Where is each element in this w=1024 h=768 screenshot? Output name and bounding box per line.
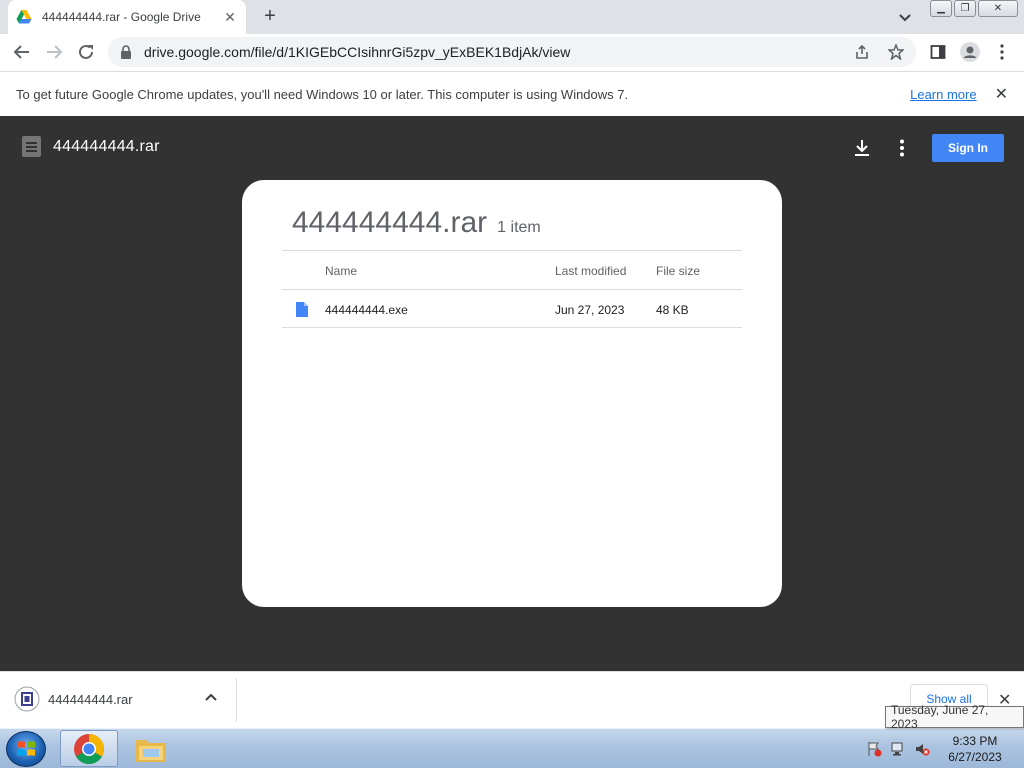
- restore-button[interactable]: ❐: [954, 0, 976, 17]
- reload-icon[interactable]: [74, 40, 98, 64]
- new-tab-button[interactable]: +: [258, 5, 282, 29]
- more-options-icon[interactable]: [892, 138, 912, 158]
- archive-contents-card: 444444444.rar 1 item Name Last modified …: [242, 180, 782, 607]
- taskbar-explorer-button[interactable]: [122, 730, 180, 767]
- shelf-divider: [236, 678, 237, 722]
- tab-close-icon[interactable]: ✕: [222, 9, 238, 26]
- column-header-name: Name: [325, 263, 358, 278]
- side-panel-icon[interactable]: [926, 40, 950, 64]
- date-tooltip: Tuesday, June 27, 2023: [885, 703, 1024, 731]
- lock-icon[interactable]: [120, 45, 132, 59]
- column-header-size: File size: [656, 263, 701, 278]
- folder-icon: [136, 739, 166, 762]
- update-infobar: To get future Google Chrome updates, you…: [0, 71, 1024, 116]
- column-header-modified: Last modified: [555, 263, 627, 278]
- item-count: 1 item: [497, 219, 541, 236]
- viewer-file-title: 444444444.rar: [53, 137, 160, 155]
- download-item[interactable]: 444444444.rar: [14, 686, 133, 712]
- windows-taskbar: 9:33 PM 6/27/2023: [0, 728, 1024, 768]
- taskbar-chrome-button[interactable]: [60, 730, 118, 767]
- archive-file-table: Name Last modified File size 444444444.e…: [282, 250, 742, 328]
- clock-time: 9:33 PM: [952, 734, 998, 748]
- windows-logo-icon: [17, 741, 35, 756]
- browser-tab[interactable]: 444444444.rar - Google Drive ✕: [8, 0, 246, 34]
- url-text[interactable]: drive.google.com/file/d/1KIGEbCCIsihnrGi…: [144, 44, 854, 60]
- share-icon[interactable]: [854, 44, 870, 60]
- sign-in-button[interactable]: Sign In: [932, 134, 1004, 162]
- infobar-close-icon[interactable]: ✕: [995, 84, 1008, 104]
- download-icon[interactable]: [852, 138, 872, 158]
- chevron-up-icon[interactable]: [204, 692, 218, 702]
- learn-more-link[interactable]: Learn more: [910, 87, 976, 102]
- minimize-button[interactable]: ▁: [930, 0, 952, 17]
- window-controls: ▁ ❐ ✕: [930, 0, 1018, 17]
- viewer-header: 444444444.rar: [22, 136, 160, 157]
- download-file-name[interactable]: 444444444.rar: [48, 692, 133, 707]
- taskbar-clock[interactable]: 9:33 PM 6/27/2023: [940, 733, 1010, 765]
- volume-muted-icon[interactable]: [914, 741, 930, 757]
- browser-toolbar: drive.google.com/file/d/1KIGEbCCIsihnrGi…: [0, 34, 1024, 71]
- window-close-button[interactable]: ✕: [978, 0, 1018, 17]
- archive-file-icon: [22, 136, 41, 157]
- clock-date: 6/27/2023: [948, 750, 1002, 764]
- file-name[interactable]: 444444444.exe: [325, 290, 408, 329]
- archive-title: 444444444.rar: [292, 206, 488, 239]
- drive-file-viewer: 444444444.rar Sign In 444444444.rar 1 it…: [0, 116, 1024, 671]
- infobar-message: To get future Google Chrome updates, you…: [16, 86, 629, 102]
- bookmark-star-icon[interactable]: [888, 44, 904, 60]
- table-row[interactable]: 444444444.exe Jun 27, 2023 48 KB: [282, 289, 742, 328]
- tab-title: 444444444.rar - Google Drive: [42, 10, 201, 24]
- profile-avatar-icon[interactable]: [958, 40, 982, 64]
- network-icon[interactable]: [890, 741, 906, 757]
- tab-search-chevron-icon[interactable]: [896, 8, 914, 26]
- forward-arrow-icon[interactable]: [42, 40, 66, 64]
- archive-heading: 444444444.rar 1 item: [292, 206, 541, 240]
- chrome-menu-icon[interactable]: [990, 40, 1014, 64]
- download-shelf: 444444444.rar Show all ✕: [0, 671, 1024, 728]
- google-drive-icon: [16, 10, 32, 24]
- address-bar[interactable]: drive.google.com/file/d/1KIGEbCCIsihnrGi…: [108, 37, 916, 67]
- tab-strip: 444444444.rar - Google Drive ✕ + ▁ ❐ ✕: [0, 0, 1024, 34]
- winrar-file-icon: [14, 686, 40, 712]
- table-header-row: Name Last modified File size: [282, 250, 742, 289]
- document-file-icon: [296, 290, 308, 329]
- viewer-actions: Sign In: [852, 134, 1004, 162]
- file-modified: Jun 27, 2023: [555, 302, 625, 317]
- action-center-flag-icon[interactable]: [866, 741, 882, 757]
- system-tray: [866, 741, 930, 757]
- back-arrow-icon[interactable]: [10, 40, 34, 64]
- chrome-icon: [74, 733, 105, 764]
- file-size: 48 KB: [656, 302, 689, 317]
- start-button[interactable]: [6, 731, 46, 767]
